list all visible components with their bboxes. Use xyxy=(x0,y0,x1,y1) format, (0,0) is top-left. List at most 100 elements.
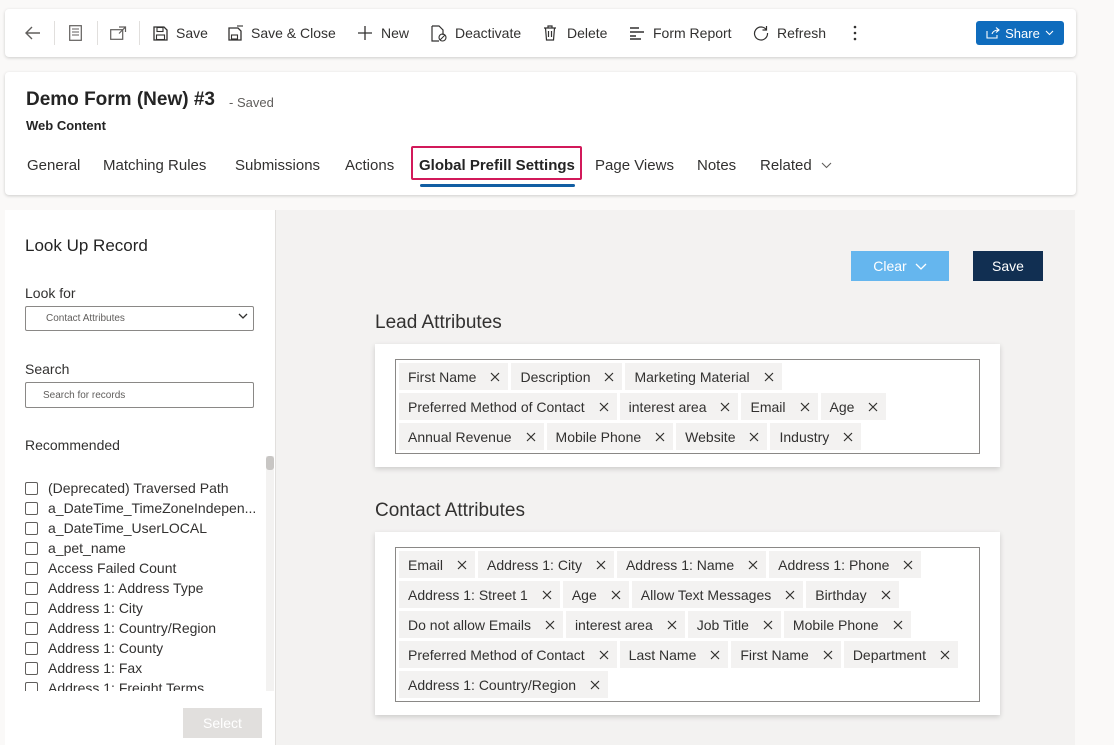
lead-attributes-tags[interactable]: First Name Description Marketing Material P… xyxy=(395,359,980,454)
remove-tag-icon[interactable] xyxy=(893,620,903,630)
save-attributes-button[interactable]: Save xyxy=(973,251,1043,281)
attribute-tag-label: Address 1: Name xyxy=(625,556,735,573)
remove-tag-icon[interactable] xyxy=(710,650,720,660)
remove-tag-icon[interactable] xyxy=(611,590,621,600)
remove-tag-icon[interactable] xyxy=(748,560,758,570)
form-icon[interactable] xyxy=(69,9,82,57)
remove-tag-icon[interactable] xyxy=(604,372,614,382)
remove-tag-icon[interactable] xyxy=(655,432,665,442)
more-commands-icon[interactable] xyxy=(853,9,857,57)
save-button[interactable]: Save xyxy=(153,9,208,57)
remove-tag-icon[interactable] xyxy=(868,402,878,412)
remove-tag-icon[interactable] xyxy=(599,402,609,412)
remove-tag-icon[interactable] xyxy=(763,620,773,630)
contact-attributes-title: Contact Attributes xyxy=(375,500,525,521)
save-close-icon xyxy=(228,25,244,41)
contact-attributes-tags[interactable]: Email Address 1: City Address 1: Name Addre… xyxy=(395,547,980,702)
checkbox[interactable] xyxy=(25,681,38,691)
remove-tag-icon[interactable] xyxy=(590,680,600,690)
delete-button[interactable]: Delete xyxy=(543,9,607,57)
list-item[interactable]: a_DateTime_TimeZoneIndepen... xyxy=(25,498,265,518)
list-item[interactable]: (Deprecated) Traversed Path xyxy=(25,478,265,498)
checkbox[interactable] xyxy=(25,621,38,635)
remove-tag-icon[interactable] xyxy=(720,402,730,412)
attribute-tag-label: Address 1: Country/Region xyxy=(408,676,577,693)
attribute-tag: Address 1: Street 1 xyxy=(399,581,560,608)
look-for-select[interactable]: Contact Attributes xyxy=(25,306,254,331)
recommended-list: (Deprecated) Traversed Path a_DateTime_Ti… xyxy=(25,478,265,691)
list-item[interactable]: Address 1: Fax xyxy=(25,658,265,678)
attribute-tag-label: Mobile Phone xyxy=(555,428,642,445)
remove-tag-icon[interactable] xyxy=(596,560,606,570)
save-close-button[interactable]: Save & Close xyxy=(228,9,336,57)
list-item[interactable]: Address 1: County xyxy=(25,638,265,658)
attribute-tag: Email xyxy=(741,393,818,420)
tab-global-prefill-settings[interactable]: Global Prefill Settings xyxy=(419,157,575,174)
tab-related[interactable]: Related xyxy=(760,157,832,174)
remove-tag-icon[interactable] xyxy=(599,650,609,660)
list-item[interactable]: Address 1: Address Type xyxy=(25,578,265,598)
active-tab-underline xyxy=(420,184,575,187)
remove-tag-icon[interactable] xyxy=(843,432,853,442)
checkbox[interactable] xyxy=(25,541,38,555)
list-item[interactable]: Address 1: City xyxy=(25,598,265,618)
form-report-button[interactable]: Form Report xyxy=(629,9,732,57)
list-item[interactable]: Address 1: Freight Terms xyxy=(25,678,265,691)
checkbox[interactable] xyxy=(25,481,38,495)
remove-tag-icon[interactable] xyxy=(667,620,677,630)
list-item[interactable]: a_DateTime_UserLOCAL xyxy=(25,518,265,538)
remove-tag-icon[interactable] xyxy=(903,560,913,570)
checkbox[interactable] xyxy=(25,501,38,515)
attribute-tag-label: Do not allow Emails xyxy=(408,616,531,633)
tab-actions[interactable]: Actions xyxy=(345,157,394,174)
checkbox[interactable] xyxy=(25,561,38,575)
attribute-tag-label: Allow Text Messages xyxy=(640,586,772,603)
attribute-tag-label: Job Title xyxy=(696,616,749,633)
lead-attributes-title: Lead Attributes xyxy=(375,312,502,333)
tab-general[interactable]: General xyxy=(27,157,80,174)
share-button[interactable]: Share xyxy=(976,21,1064,45)
toolbar-divider xyxy=(97,21,98,45)
tab-submissions[interactable]: Submissions xyxy=(235,157,320,174)
remove-tag-icon[interactable] xyxy=(940,650,950,660)
popout-icon[interactable] xyxy=(110,9,127,57)
remove-tag-icon[interactable] xyxy=(490,372,500,382)
remove-tag-icon[interactable] xyxy=(526,432,536,442)
attribute-tag-label: Marketing Material xyxy=(634,368,750,385)
scrollbar[interactable] xyxy=(266,456,274,691)
delete-label: Delete xyxy=(567,25,608,41)
remove-tag-icon[interactable] xyxy=(800,402,810,412)
list-item-label: Address 1: City xyxy=(48,600,143,616)
back-icon[interactable] xyxy=(25,9,41,57)
remove-tag-icon[interactable] xyxy=(749,432,759,442)
scrollbar-thumb[interactable] xyxy=(266,456,274,470)
list-item[interactable]: Address 1: Country/Region xyxy=(25,618,265,638)
report-icon xyxy=(630,27,644,40)
clear-button[interactable]: Clear xyxy=(851,251,949,281)
new-button[interactable]: New xyxy=(357,9,409,57)
tab-matching-rules[interactable]: Matching Rules xyxy=(103,157,206,174)
refresh-button[interactable]: Refresh xyxy=(753,9,826,57)
remove-tag-icon[interactable] xyxy=(545,620,555,630)
remove-tag-icon[interactable] xyxy=(542,590,552,600)
attribute-tag: Do not allow Emails xyxy=(399,611,563,638)
select-button[interactable]: Select xyxy=(183,708,262,738)
list-item[interactable]: a_pet_name xyxy=(25,538,265,558)
remove-tag-icon[interactable] xyxy=(881,590,891,600)
attribute-tag: Address 1: City xyxy=(478,551,614,578)
checkbox[interactable] xyxy=(25,521,38,535)
search-input[interactable]: Search for records xyxy=(25,382,254,408)
remove-tag-icon[interactable] xyxy=(785,590,795,600)
remove-tag-icon[interactable] xyxy=(764,372,774,382)
tab-page-views[interactable]: Page Views xyxy=(595,157,674,174)
remove-tag-icon[interactable] xyxy=(823,650,833,660)
checkbox[interactable] xyxy=(25,581,38,595)
list-item[interactable]: Access Failed Count xyxy=(25,558,265,578)
contact-attributes-card: Email Address 1: City Address 1: Name Addre… xyxy=(375,532,1000,715)
deactivate-button[interactable]: Deactivate xyxy=(430,9,521,57)
remove-tag-icon[interactable] xyxy=(457,560,467,570)
checkbox[interactable] xyxy=(25,601,38,615)
checkbox[interactable] xyxy=(25,661,38,675)
checkbox[interactable] xyxy=(25,641,38,655)
tab-notes[interactable]: Notes xyxy=(697,157,736,174)
